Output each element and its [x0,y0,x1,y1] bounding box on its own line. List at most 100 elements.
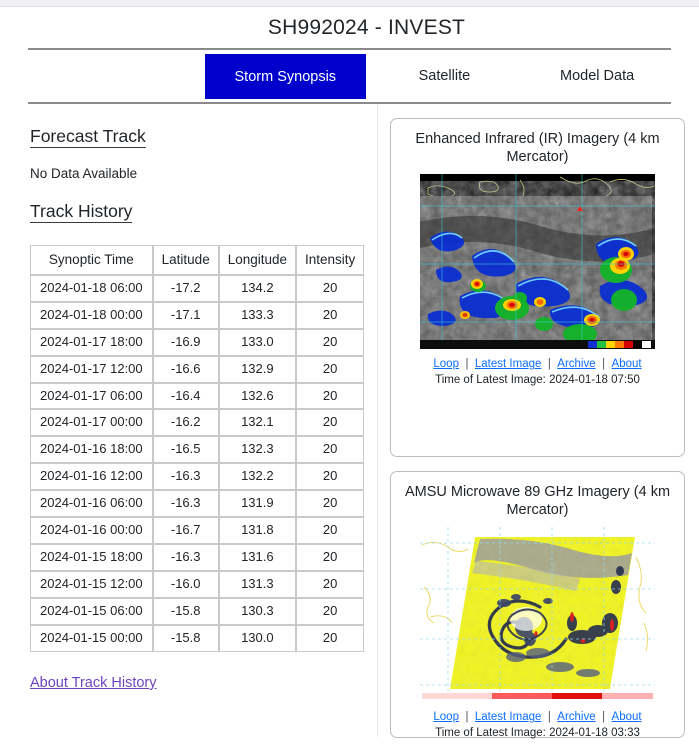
cell-longitude: 134.2 [218,274,297,302]
page-title: SH992024 - INVEST [267,15,466,39]
table-row: 2024-01-16 12:00 -16.3 132.2 20 [30,463,365,491]
microwave-panel-title: AMSU Microwave 89 GHz Imagery (4 km Merc… [404,484,671,519]
cell-intensity: 20 [296,463,365,491]
track-history-heading: Track History [30,201,133,224]
cell-intensity: 20 [296,355,365,383]
cell-longitude: 131.3 [218,571,297,599]
right-column: Enhanced Infrared (IR) Imagery (4 km Mer… [378,104,699,740]
cell-intensity: 20 [296,624,365,652]
microwave-about-link[interactable]: About [612,711,642,723]
cell-intensity: 20 [296,544,365,572]
table-row: 2024-01-18 06:00 -17.2 134.2 20 [30,274,365,302]
cell-synoptic-time: 2024-01-17 18:00 [30,328,153,356]
table-row: 2024-01-17 18:00 -16.9 133.0 20 [30,328,365,356]
cell-longitude: 133.3 [218,301,297,329]
cell-intensity: 20 [296,328,365,356]
cell-intensity: 20 [296,274,365,302]
ir-sep-3: | [602,358,606,371]
cell-latitude: -16.6 [152,355,219,383]
cell-longitude: 131.8 [218,517,297,545]
table-row: 2024-01-17 06:00 -16.4 132.6 20 [30,382,365,410]
cell-synoptic-time: 2024-01-18 06:00 [30,274,153,302]
cell-synoptic-time: 2024-01-15 12:00 [30,571,153,599]
table-head: Synoptic Time Latitude Longitude Intensi… [30,245,365,275]
column-header-synoptic-time: Synoptic Time [30,245,153,275]
ir-image-box[interactable] [420,174,655,350]
cell-synoptic-time: 2024-01-17 06:00 [30,382,153,410]
cell-longitude: 130.0 [218,624,297,652]
table-row: 2024-01-15 18:00 -16.3 131.6 20 [30,544,365,572]
cell-intensity: 20 [296,490,365,518]
cell-latitude: -15.8 [152,598,219,625]
ir-archive-link[interactable]: Archive [557,358,595,370]
ir-sep-2: | [547,358,551,371]
column-header-intensity: Intensity [296,245,365,275]
column-header-longitude: Longitude [218,245,297,275]
cell-latitude: -15.8 [152,624,219,652]
cell-longitude: 132.6 [218,382,297,410]
enhanced-infrared-satellite-image[interactable] [420,174,655,350]
cell-longitude: 132.2 [218,463,297,491]
cell-synoptic-time: 2024-01-16 18:00 [30,436,153,464]
microwave-archive-link[interactable]: Archive [557,711,595,723]
about-track-history-link[interactable]: About Track History [30,675,157,691]
cell-intensity: 20 [296,517,365,545]
amsu-microwave-89ghz-image[interactable] [420,527,655,703]
tab-satellite[interactable]: Satellite [366,50,524,102]
cell-latitude: -17.1 [152,301,219,329]
ir-about-link[interactable]: About [612,358,642,370]
top-strip [0,0,699,7]
cell-latitude: -16.2 [152,409,219,437]
microwave-timestamp: Time of Latest Image: 2024-01-18 03:33 [435,727,640,740]
ir-sep-1: | [465,358,469,371]
cell-synoptic-time: 2024-01-16 06:00 [30,490,153,518]
track-history-section: Track History [30,201,377,241]
microwave-image-box[interactable] [420,527,655,703]
ir-panel-title: Enhanced Infrared (IR) Imagery (4 km Mer… [415,131,660,166]
content-area: Forecast Track No Data Available Track H… [0,104,699,740]
tab-model-data[interactable]: Model Data [523,50,671,102]
cell-intensity: 20 [296,436,365,464]
tab-bar: Storm Synopsis Satellite Model Data [28,50,671,104]
cell-latitude: -16.0 [152,571,219,599]
table-row: 2024-01-17 12:00 -16.6 132.9 20 [30,355,365,383]
about-track-history-wrap: About Track History [30,674,377,692]
microwave-imagery-panel: AMSU Microwave 89 GHz Imagery (4 km Merc… [390,471,685,740]
cell-synoptic-time: 2024-01-18 00:00 [30,301,153,329]
cell-latitude: -17.2 [152,274,219,302]
track-history-table: Synoptic Time Latitude Longitude Intensi… [30,245,365,652]
mw-sep-1: | [465,711,469,724]
microwave-latest-image-link[interactable]: Latest Image [475,711,541,723]
cell-intensity: 20 [296,382,365,410]
forecast-track-status: No Data Available [30,166,138,182]
ir-timestamp: Time of Latest Image: 2024-01-18 07:50 [435,374,640,387]
forecast-track-heading: Forecast Track [30,126,146,149]
cell-latitude: -16.3 [152,463,219,491]
tab-storm-synopsis[interactable]: Storm Synopsis [205,54,366,99]
left-column: Forecast Track No Data Available Track H… [0,104,378,737]
table-row: 2024-01-16 06:00 -16.3 131.9 20 [30,490,365,518]
cell-longitude: 132.9 [218,355,297,383]
table-row: 2024-01-15 00:00 -15.8 130.0 20 [30,624,365,652]
cell-latitude: -16.7 [152,517,219,545]
ir-latest-image-link[interactable]: Latest Image [475,358,541,370]
page-root: SH992024 - INVEST Storm Synopsis Satelli… [0,0,699,747]
cell-longitude: 131.9 [218,490,297,518]
table-body: 2024-01-18 06:00 -17.2 134.2 20 2024-01-18 0… [30,274,365,652]
cell-longitude: 133.0 [218,328,297,356]
table-row: 2024-01-15 12:00 -16.0 131.3 20 [30,571,365,599]
title-bar: SH992024 - INVEST [0,7,699,48]
cell-longitude: 131.6 [218,544,297,572]
mw-sep-3: | [602,711,606,724]
mw-sep-2: | [547,711,551,724]
microwave-links: Loop | Latest Image | Archive | About [399,707,676,725]
ir-links: Loop | Latest Image | Archive | About [399,354,676,372]
ir-loop-link[interactable]: Loop [433,358,459,370]
table-row: 2024-01-17 00:00 -16.2 132.1 20 [30,409,365,437]
cell-synoptic-time: 2024-01-16 00:00 [30,517,153,545]
table-header-row: Synoptic Time Latitude Longitude Intensi… [30,245,365,275]
cell-synoptic-time: 2024-01-17 00:00 [30,409,153,437]
microwave-loop-link[interactable]: Loop [433,711,459,723]
cell-intensity: 20 [296,301,365,329]
cell-synoptic-time: 2024-01-15 06:00 [30,598,153,625]
